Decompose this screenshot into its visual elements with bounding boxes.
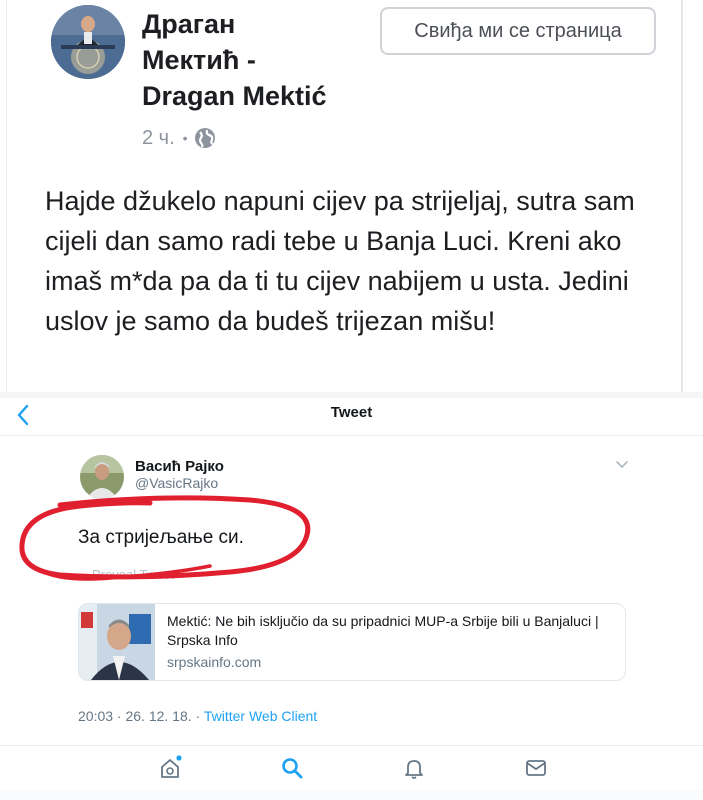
divider xyxy=(0,790,703,800)
user-avatar[interactable] xyxy=(80,455,124,504)
page-name-line: Мектић - xyxy=(142,45,256,75)
chevron-down-icon[interactable] xyxy=(615,460,629,470)
like-page-button[interactable]: Свиђа ми се страница xyxy=(380,7,656,55)
globe-icon xyxy=(194,128,215,148)
post-text: Hajde džukelo napuni cijev pa strijeljaj… xyxy=(45,186,635,336)
facebook-post: Драган Мектић - Dragan Mektić Свиђа ми с… xyxy=(0,0,703,392)
notifications-icon[interactable] xyxy=(401,755,427,781)
timestamp-text: 20:03 · 26. 12. 18. · xyxy=(78,708,204,724)
messages-icon[interactable] xyxy=(523,755,549,781)
avatar-photo xyxy=(51,5,125,79)
tweet-text: За стријељање си. xyxy=(78,527,244,548)
page-name[interactable]: Драган Мектић - Dragan Mektić xyxy=(142,6,372,114)
page-avatar[interactable] xyxy=(51,5,125,79)
divider xyxy=(0,392,703,398)
card-image xyxy=(79,604,155,680)
divider xyxy=(6,0,7,392)
divider xyxy=(681,0,683,392)
hidden-text: Preveal Tweet xyxy=(92,567,175,582)
card-domain: srpskainfo.com xyxy=(167,654,262,670)
divider xyxy=(0,435,703,436)
header-title: Tweet xyxy=(330,404,373,421)
home-icon[interactable] xyxy=(157,755,183,781)
tweet-timestamp: 20:03 · 26. 12. 18. · Twitter Web Client xyxy=(78,708,317,724)
card-title: Mektić: Ne bih isključio da su pripadnic… xyxy=(167,613,599,648)
link-card[interactable]: Mektić: Ne bih isključio da su pripadnic… xyxy=(78,603,626,681)
card-thumbnail xyxy=(79,604,155,680)
post-time[interactable]: 2 ч. xyxy=(142,127,175,150)
meta-separator: • xyxy=(182,130,188,146)
avatar-photo xyxy=(80,455,124,499)
twitter-screen: Tweet xyxy=(0,392,703,800)
user-handle[interactable]: @VasicRajko xyxy=(135,475,218,491)
post-meta: 2 ч. • xyxy=(142,124,216,152)
divider xyxy=(0,745,703,746)
search-icon[interactable] xyxy=(279,755,305,781)
user-name[interactable]: Васић Рајко xyxy=(135,458,224,475)
client-link[interactable]: Twitter Web Client xyxy=(204,708,317,724)
page-name-line: Dragan Mektić xyxy=(142,81,327,111)
page-name-line: Драган xyxy=(142,9,236,39)
